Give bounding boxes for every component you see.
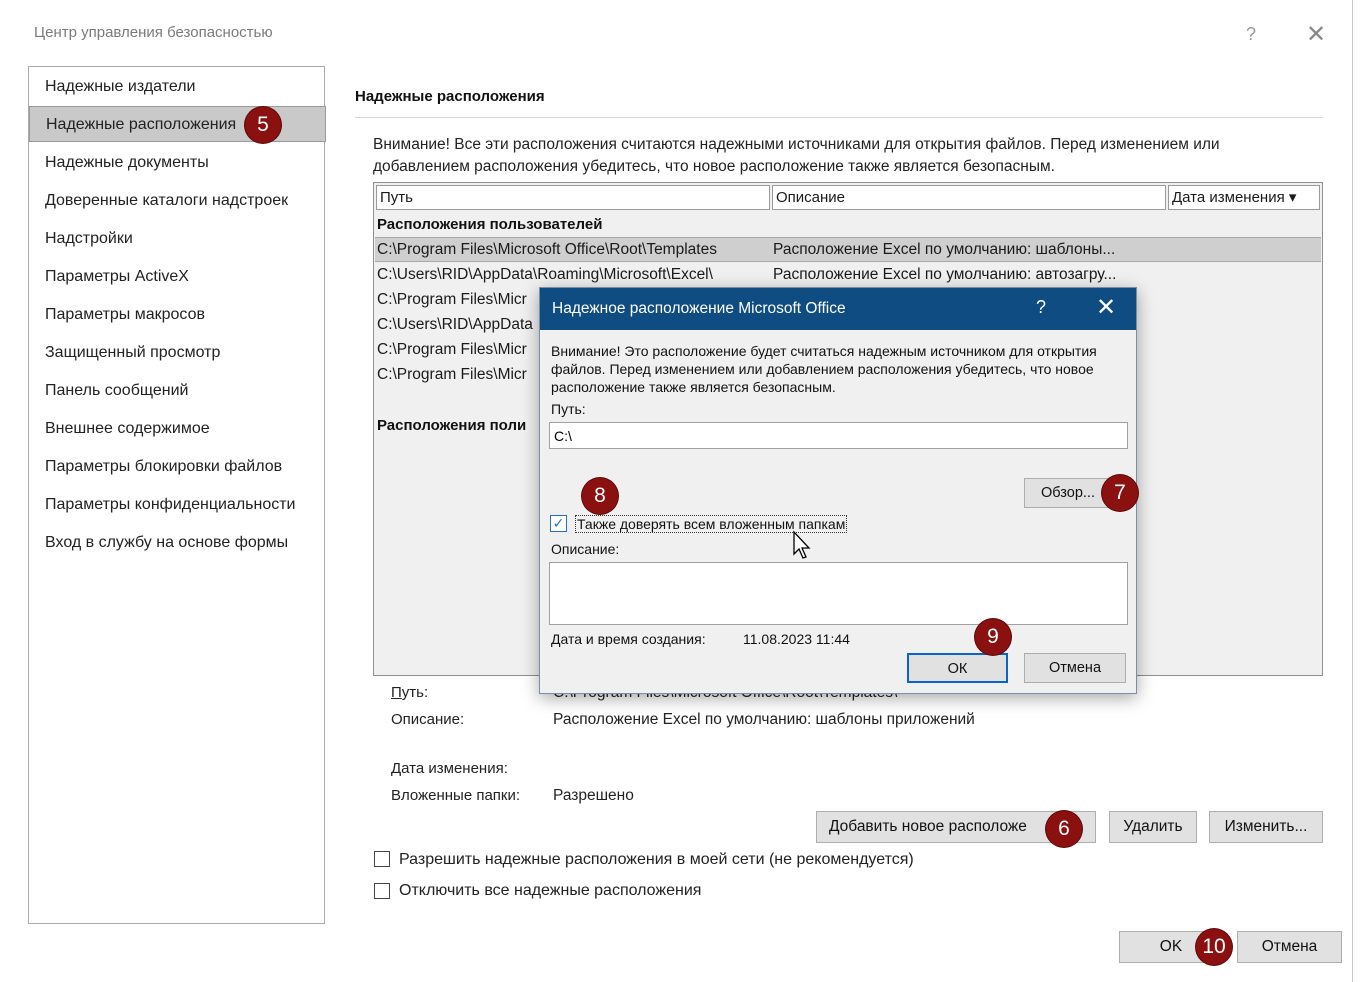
- sidebar-item-protected-view[interactable]: Защищенный просмотр: [29, 335, 326, 371]
- dialog-path-input[interactable]: [549, 422, 1128, 449]
- step-badge-9: 9: [975, 619, 1011, 655]
- sidebar-item-addins[interactable]: Надстройки: [29, 221, 326, 257]
- sidebar-item-trusted-locations[interactable]: Надежные расположения: [29, 106, 326, 142]
- table-row[interactable]: C:\Users\RID\AppData\Roaming\Microsoft\E…: [375, 262, 1321, 287]
- dialog-description-input[interactable]: [549, 562, 1128, 625]
- mouse-cursor-icon: [793, 530, 811, 559]
- column-header-date[interactable]: Дата изменения ▾: [1168, 185, 1320, 210]
- sidebar-item-external-content[interactable]: Внешнее содержимое: [29, 411, 326, 447]
- created-date-label: Дата и время создания:: [551, 631, 706, 647]
- modify-button[interactable]: Изменить...: [1209, 811, 1323, 843]
- row-path: C:\Users\RID\AppData\Roaming\Microsoft\E…: [377, 266, 713, 283]
- row-path: C:\Program Files\Microsoft Office\Root\T…: [377, 241, 717, 258]
- sidebar-item-trusted-addin-catalogs[interactable]: Доверенные каталоги надстроек: [29, 183, 326, 219]
- sidebar-item-trusted-publishers[interactable]: Надежные издатели: [29, 69, 326, 105]
- column-header-path[interactable]: Путь: [376, 185, 770, 210]
- help-icon[interactable]: ?: [1246, 24, 1256, 45]
- sidebar: Надежные издатели Надежные расположения …: [28, 66, 326, 924]
- dialog-path-label: Путь:: [551, 401, 586, 417]
- dialog-description-label: Описание:: [551, 541, 620, 557]
- detail-description-value: Расположение Excel по умолчанию: шаблоны…: [553, 711, 975, 728]
- sidebar-item-activex[interactable]: Параметры ActiveX: [29, 259, 326, 295]
- column-header-description[interactable]: Описание: [772, 185, 1166, 210]
- allow-network-checkbox[interactable]: [374, 851, 390, 867]
- step-badge-10: 10: [1196, 929, 1232, 965]
- dialog-help-icon[interactable]: ?: [1036, 297, 1046, 318]
- cancel-button[interactable]: Отмена: [1237, 931, 1342, 963]
- dialog-titlebar: Надежное расположение Microsoft Office ?…: [540, 288, 1136, 330]
- browse-button[interactable]: Обзор...: [1024, 478, 1112, 508]
- dialog-close-icon[interactable]: ✕: [1096, 293, 1116, 322]
- warning-text: Внимание! Все эти расположения считаются…: [373, 136, 1220, 175]
- dialog-cancel-button[interactable]: Отмена: [1024, 653, 1126, 683]
- detail-date-label: Дата изменения:: [391, 760, 508, 777]
- window-title: Центр управления безопасностью: [34, 24, 273, 41]
- window-border: [1352, 0, 1353, 982]
- trusted-location-dialog: Надежное расположение Microsoft Office ?…: [539, 287, 1137, 694]
- row-description: Расположение Excel по умолчанию: шаблоны…: [773, 241, 1116, 258]
- step-badge-5: 5: [245, 107, 281, 143]
- remove-button[interactable]: Удалить: [1109, 811, 1197, 843]
- detail-subfolders-label: Вложенные папки:: [391, 787, 521, 804]
- disable-all-label[interactable]: Отключить все надежные расположения: [399, 882, 701, 900]
- table-row[interactable]: C:\Program Files\Microsoft Office\Root\T…: [375, 237, 1321, 262]
- sidebar-item-form-sign-in[interactable]: Вход в службу на основе формы: [29, 525, 326, 561]
- detail-path-label: Путь:: [391, 684, 429, 701]
- detail-subfolders-value: Разрешено: [553, 787, 634, 804]
- sidebar-item-privacy[interactable]: Параметры конфиденциальности: [29, 487, 326, 523]
- section-divider: [355, 117, 1323, 118]
- step-badge-7: 7: [1102, 475, 1138, 511]
- detail-path-label-text: уть:: [401, 684, 429, 701]
- created-date-value: 11.08.2023 11:44: [743, 631, 850, 647]
- dialog-warning-text: Внимание! Это расположение будет считать…: [551, 343, 1097, 395]
- step-badge-6: 6: [1046, 811, 1082, 847]
- allow-network-label[interactable]: Разрешить надежные расположения в моей с…: [399, 851, 914, 869]
- detail-description-label: Описание:: [391, 711, 465, 728]
- sidebar-item-message-bar[interactable]: Панель сообщений: [29, 373, 326, 409]
- close-icon[interactable]: ✕: [1306, 20, 1326, 49]
- sidebar-item-trusted-documents[interactable]: Надежные документы: [29, 145, 326, 181]
- dialog-title: Надежное расположение Microsoft Office: [552, 300, 846, 317]
- sidebar-item-macro-settings[interactable]: Параметры макросов: [29, 297, 326, 333]
- disable-all-checkbox[interactable]: [374, 883, 390, 899]
- row-description: Расположение Excel по умолчанию: автозаг…: [773, 266, 1117, 283]
- subfolders-checkbox[interactable]: ✓: [550, 515, 567, 532]
- group-user-locations: Расположения пользователей: [377, 216, 603, 233]
- group-policy-locations: Расположения поли: [377, 417, 527, 434]
- sidebar-item-file-block[interactable]: Параметры блокировки файлов: [29, 449, 326, 485]
- section-title: Надежные расположения: [355, 88, 545, 105]
- step-badge-8: 8: [582, 478, 618, 514]
- dialog-ok-button[interactable]: ОК: [907, 653, 1008, 683]
